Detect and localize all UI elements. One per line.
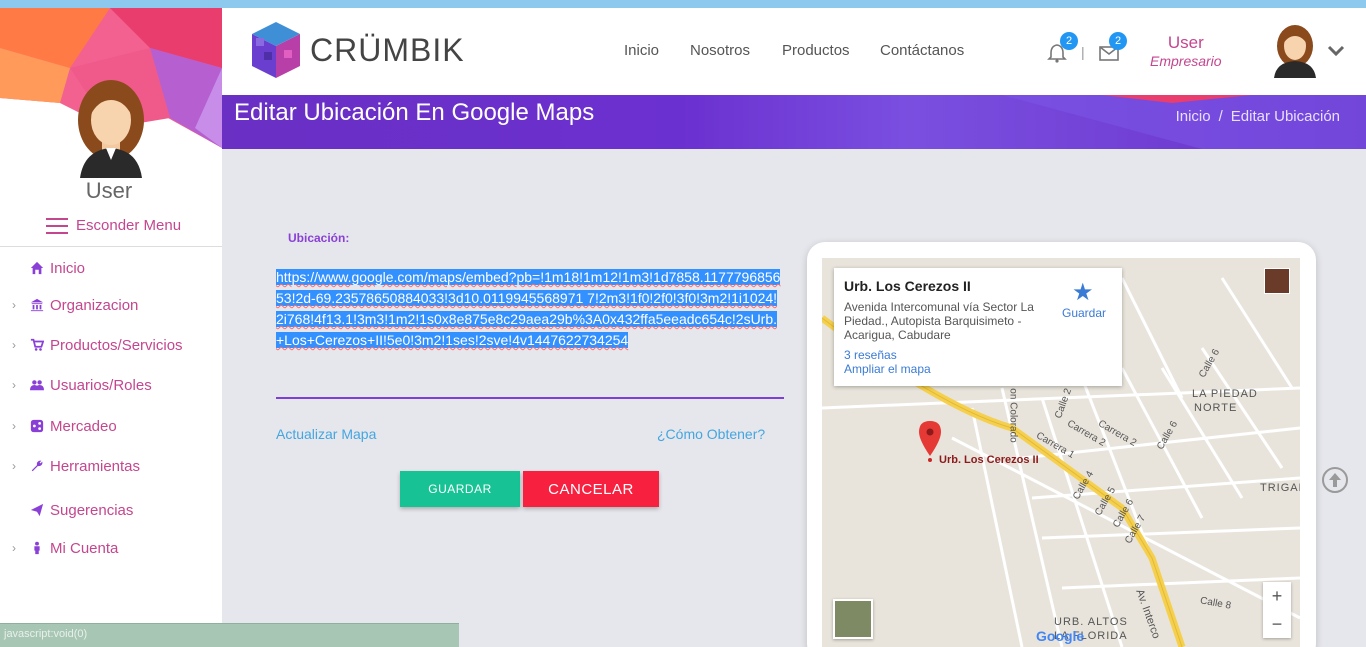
sidebar-item-sugerencias[interactable]: Sugerencias	[0, 500, 133, 520]
update-map-link[interactable]: Actualizar Mapa	[276, 426, 376, 442]
sidebar-item-herramientas[interactable]: › Herramientas	[0, 456, 140, 476]
reviews-link[interactable]: 3 reseñas	[844, 348, 897, 362]
sidebar-item-label: Mi Cuenta	[50, 539, 119, 557]
nav-inicio[interactable]: Inicio	[624, 42, 659, 59]
place-photo-thumbnail[interactable]	[1264, 268, 1290, 294]
cart-icon	[28, 338, 46, 352]
users-icon	[28, 378, 46, 392]
messages-badge: 2	[1109, 32, 1127, 50]
chevron-right-icon: ›	[12, 378, 16, 392]
sidebar-item-mercadeo[interactable]: › Mercadeo	[0, 416, 117, 436]
paper-plane-icon	[28, 503, 46, 517]
chevron-right-icon: ›	[12, 338, 16, 352]
star-icon[interactable]: ★	[1072, 278, 1094, 307]
browser-status-bar: javascript:void(0)	[0, 623, 459, 647]
google-logo: Google	[1036, 628, 1084, 644]
url-selected-text: https://www.google.com/maps/embed?pb=!1m…	[276, 269, 781, 348]
page-banner: Editar Ubicación En Google Maps Inicio / E…	[222, 95, 1366, 149]
cube-logo-icon	[252, 22, 300, 78]
header-avatar[interactable]	[1270, 24, 1320, 78]
textarea-underline	[276, 397, 784, 399]
header-separator: |	[1081, 44, 1085, 60]
place-address: Avenida Intercomunal vía Sector La Pieda…	[844, 300, 1034, 342]
chevron-right-icon: ›	[12, 419, 16, 433]
sidebar: User Esconder Menu Inicio › Organizacion…	[0, 8, 222, 647]
chevron-right-icon: ›	[12, 459, 16, 473]
notifications-badge: 2	[1060, 32, 1078, 50]
save-button[interactable]: GUARDAR	[400, 471, 520, 507]
sidebar-item-label: Organizacion	[50, 296, 139, 314]
hamburger-icon	[46, 217, 68, 234]
sidebar-item-label: Inicio	[50, 259, 86, 277]
avatar	[78, 80, 144, 178]
bank-icon	[28, 298, 46, 312]
page-title: Editar Ubicación En Google Maps	[234, 99, 595, 126]
google-logo-text: Google	[1036, 628, 1085, 644]
top-strip	[0, 0, 1366, 8]
sidebar-item-label: Herramientas	[50, 457, 141, 475]
sidebar-item-label: Sugerencias	[50, 501, 134, 519]
map-zoom-controls: + −	[1263, 582, 1291, 638]
sidebar-divider	[0, 246, 222, 247]
map-label-altos: URB. ALTOS	[1054, 616, 1128, 628]
hide-menu-toggle[interactable]: Esconder Menu	[46, 217, 181, 234]
nav-productos[interactable]: Productos	[782, 42, 850, 59]
zoom-in-button[interactable]: +	[1263, 582, 1291, 610]
sidebar-item-productos[interactable]: › Productos/Servicios	[0, 335, 183, 355]
cancel-button[interactable]: CANCELAR	[523, 471, 659, 507]
header-user[interactable]: User Empresario	[1150, 33, 1222, 69]
map-label-trigal: TRIGAL	[1260, 482, 1300, 494]
map-label-colorado: on Colorado	[1007, 388, 1019, 443]
sidebar-item-label: Usuarios/Roles	[50, 376, 152, 394]
scroll-to-top-icon[interactable]	[1321, 466, 1349, 494]
nav-contactanos[interactable]: Contáctanos	[880, 42, 964, 59]
nav-nosotros[interactable]: Nosotros	[690, 42, 750, 59]
sidebar-item-usuarios[interactable]: › Usuarios/Roles	[0, 375, 152, 395]
location-label: Ubicación:	[288, 231, 350, 245]
breadcrumb: Inicio / Editar Ubicación	[1176, 108, 1340, 125]
sidebar-item-organizacion[interactable]: › Organizacion	[0, 295, 138, 315]
home-icon	[28, 261, 46, 275]
satellite-toggle[interactable]	[833, 599, 873, 639]
zoom-out-button[interactable]: −	[1263, 610, 1291, 638]
sidebar-item-label: Productos/Servicios	[50, 336, 183, 354]
breadcrumb-current: Editar Ubicación	[1230, 108, 1340, 125]
wrench-icon	[28, 459, 46, 473]
brand-name: CRÜMBIK	[310, 31, 465, 68]
chevron-right-icon: ›	[12, 298, 16, 312]
hide-menu-label: Esconder Menu	[76, 217, 182, 234]
sidebar-item-label: Mercadeo	[50, 417, 117, 435]
map-label-piedad: LA PIEDAD	[1192, 388, 1258, 400]
map-pin-label: Urb. Los Cerezos II	[939, 454, 1039, 466]
map-label-norte: NORTE	[1194, 402, 1238, 414]
header-user-name: User	[1167, 33, 1204, 52]
breadcrumb-inicio[interactable]: Inicio	[1176, 108, 1211, 125]
chevron-down-icon[interactable]	[1326, 44, 1346, 58]
sidebar-user-name: User	[85, 178, 133, 203]
how-to-get-link[interactable]: ¿Cómo Obtener?	[657, 426, 765, 442]
location-url-textarea[interactable]: https://www.google.com/maps/embed?pb=!1m…	[276, 267, 784, 373]
chevron-right-icon: ›	[12, 541, 16, 555]
map-save-link[interactable]: Guardar	[1062, 306, 1106, 320]
header-user-role: Empresario	[1150, 53, 1222, 69]
breadcrumb-separator: /	[1218, 108, 1223, 125]
person-icon	[28, 541, 46, 555]
top-header: CRÜMBIK Inicio Nosotros Productos Contác…	[222, 8, 1366, 95]
map-info-window: Urb. Los Cerezos II Avenida Intercomunal…	[834, 268, 1122, 386]
brand-logo[interactable]: CRÜMBIK	[250, 20, 465, 80]
share-icon	[28, 419, 46, 433]
sidebar-item-mi-cuenta[interactable]: › Mi Cuenta	[0, 538, 118, 558]
sidebar-item-inicio[interactable]: Inicio	[0, 258, 85, 278]
expand-map-link[interactable]: Ampliar el mapa	[844, 362, 931, 376]
